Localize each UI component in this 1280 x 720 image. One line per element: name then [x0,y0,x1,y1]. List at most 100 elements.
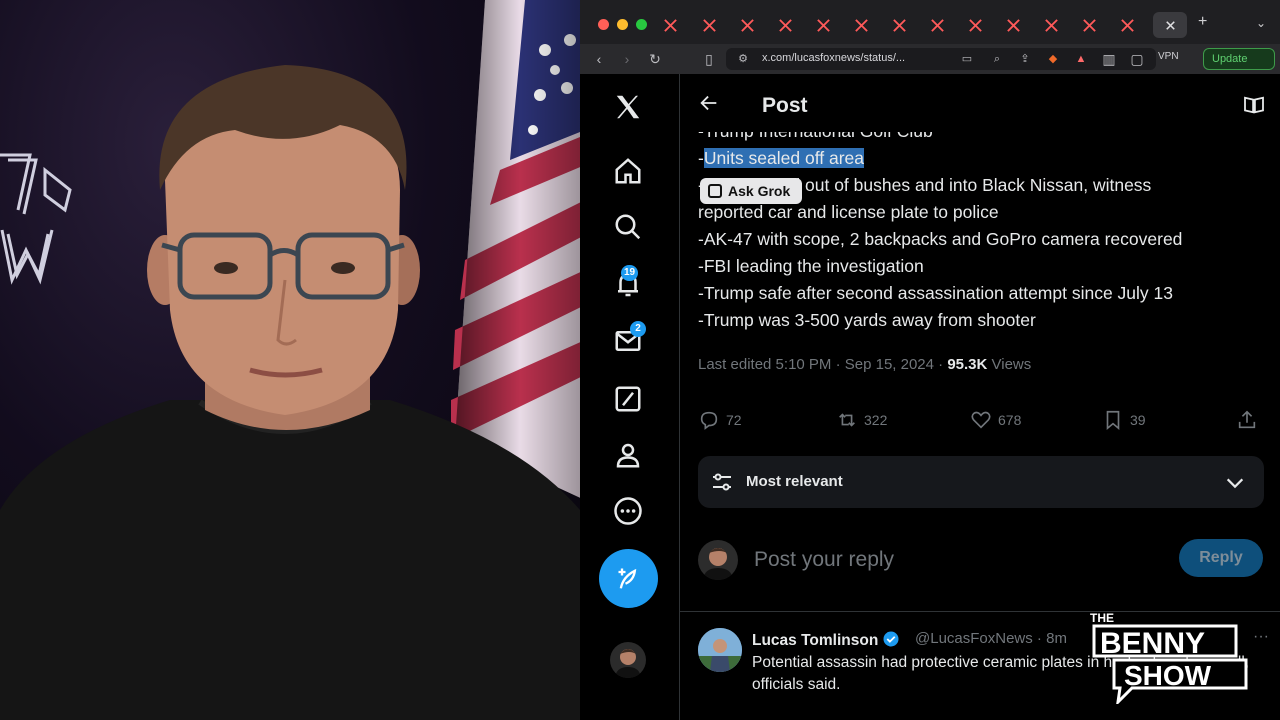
presenter-video [0,0,580,720]
reply-input[interactable]: Post your reply [754,548,894,572]
more-options-icon[interactable] [613,496,643,526]
share-action[interactable] [1236,409,1258,431]
repost-action[interactable]: 322 [836,409,887,431]
grok-icon [708,184,722,198]
like-action[interactable]: 678 [970,409,1021,431]
tab-active-close[interactable] [1153,12,1187,38]
reply-sort-dropdown[interactable]: Most relevant [698,456,1264,508]
tab-x[interactable] [884,12,914,38]
x-logo-icon [930,18,944,32]
chevron-down-icon [1226,478,1244,489]
new-tab-button[interactable]: + [1198,13,1207,31]
x-logo-icon [892,18,906,32]
post-line: -Trump was 3-500 yards away from shooter [698,310,1036,330]
rewards-icon[interactable]: ▲ [1072,50,1090,68]
reply-action[interactable]: 72 [698,409,742,431]
tab-x[interactable] [732,12,762,38]
share-icon [1238,410,1256,429]
post-header: Post [680,74,1280,132]
wallet-icon[interactable]: ▢ [1128,50,1146,68]
edited-time: Last edited 5:10 PM · Sep 15, 2024 · [698,356,948,373]
x-logo-icon [778,18,792,32]
account-avatar[interactable] [610,642,646,678]
x-logo-icon[interactable] [613,92,643,122]
reply-count: 72 [726,412,742,428]
svg-text:THE: THE [1090,611,1114,625]
window-zoom-button[interactable] [636,19,647,30]
reply-author-avatar[interactable] [698,628,742,672]
reload-icon[interactable]: ↻ [646,50,664,68]
presenter-person [0,65,580,720]
x-logo-icon [816,18,830,32]
bookmark-action[interactable]: 39 [1102,409,1146,431]
search-icon[interactable] [613,212,643,242]
update-button[interactable]: Update [1203,48,1275,70]
tab-x[interactable] [960,12,990,38]
x-logo-icon [1006,18,1020,32]
x-logo-icon [702,18,716,32]
vpn-button[interactable]: VPN [1158,51,1179,62]
x-logo-icon [663,18,677,32]
x-logo-icon [968,18,982,32]
reply-author-name[interactable]: Lucas Tomlinson [752,630,900,650]
post-timestamp[interactable]: Last edited 5:10 PM · Sep 15, 2024 · 95.… [698,356,1031,373]
zoom-icon[interactable]: ⌕ [988,50,1006,68]
verified-badge-icon [883,631,899,647]
reply-bubble-icon [700,411,718,430]
sidebar-icon[interactable]: ▥ [1100,50,1118,68]
cast-icon[interactable]: ▭ [958,50,976,68]
tab-x[interactable] [1036,12,1066,38]
window-close-button[interactable] [598,19,609,30]
site-settings-icon[interactable]: ⚙ [734,50,752,68]
tab-x[interactable] [808,12,838,38]
heart-icon [971,411,991,429]
compose-post-button[interactable] [599,549,658,608]
post-line: -AK-47 with scope, 2 backpacks and GoPro… [698,229,1183,249]
views-count: 95.3K [947,356,988,373]
share-icon[interactable]: ⇪ [1016,50,1034,68]
reader-mode-icon[interactable] [1243,96,1265,114]
reply-author-handle[interactable]: @LucasFoxNews · 8m [915,630,1067,647]
back-arrow-icon[interactable] [698,92,720,114]
tab-list-chevron-icon[interactable]: ⌄ [1256,16,1266,30]
svg-text:BENNY: BENNY [1100,627,1205,660]
tab-x[interactable] [998,12,1028,38]
tab-bar: + ⌄ [580,0,1280,44]
post-text: -Trump International Golf Club -Units se… [698,118,1268,334]
tab-x[interactable] [694,12,724,38]
tab-x[interactable] [846,12,876,38]
home-icon[interactable] [613,156,643,186]
reply-button[interactable]: Reply [1179,539,1263,577]
bookmark-icon[interactable]: ▯ [700,50,718,68]
ask-grok-button[interactable]: Ask Grok [700,178,803,204]
profile-icon[interactable] [613,440,643,470]
post-actions: 72 322 678 39 [698,409,1268,433]
tab-x[interactable] [770,12,800,38]
svg-text:SHOW: SHOW [1124,660,1212,691]
bookmark-count: 39 [1130,412,1146,428]
reply-author-name-text: Lucas Tomlinson [752,632,879,649]
back-button[interactable]: ‹ [590,50,608,68]
forward-button[interactable]: › [618,50,636,68]
brave-shield-icon[interactable]: ◆ [1044,50,1062,68]
x-logo-icon [1082,18,1096,32]
x-logo-icon [740,18,754,32]
grok-icon[interactable] [613,384,643,414]
tab-x[interactable] [922,12,952,38]
tab-x[interactable] [1074,12,1104,38]
post-line: -FBI leading the investigation [698,256,924,276]
window-minimize-button[interactable] [617,19,628,30]
benny-show-logo: THE BENNY SHOW [1090,611,1248,704]
selected-text[interactable]: Units sealed off area [703,148,865,168]
address-bar[interactable]: ⚙ x.com/lucasfoxnews/status/... ▭ ⌕ ⇪ ◆ … [726,48,1156,70]
tab-x[interactable] [655,12,685,38]
more-icon[interactable]: ··· [1253,628,1269,646]
post-line: -Trump safe after second assassination a… [698,283,1173,303]
repost-count: 322 [864,412,888,428]
repost-icon [839,413,855,427]
composer-avatar [698,540,738,580]
like-count: 678 [998,412,1022,428]
x-logo-icon [1120,18,1134,32]
views-label: Views [987,356,1032,373]
tab-x[interactable] [1112,12,1142,38]
